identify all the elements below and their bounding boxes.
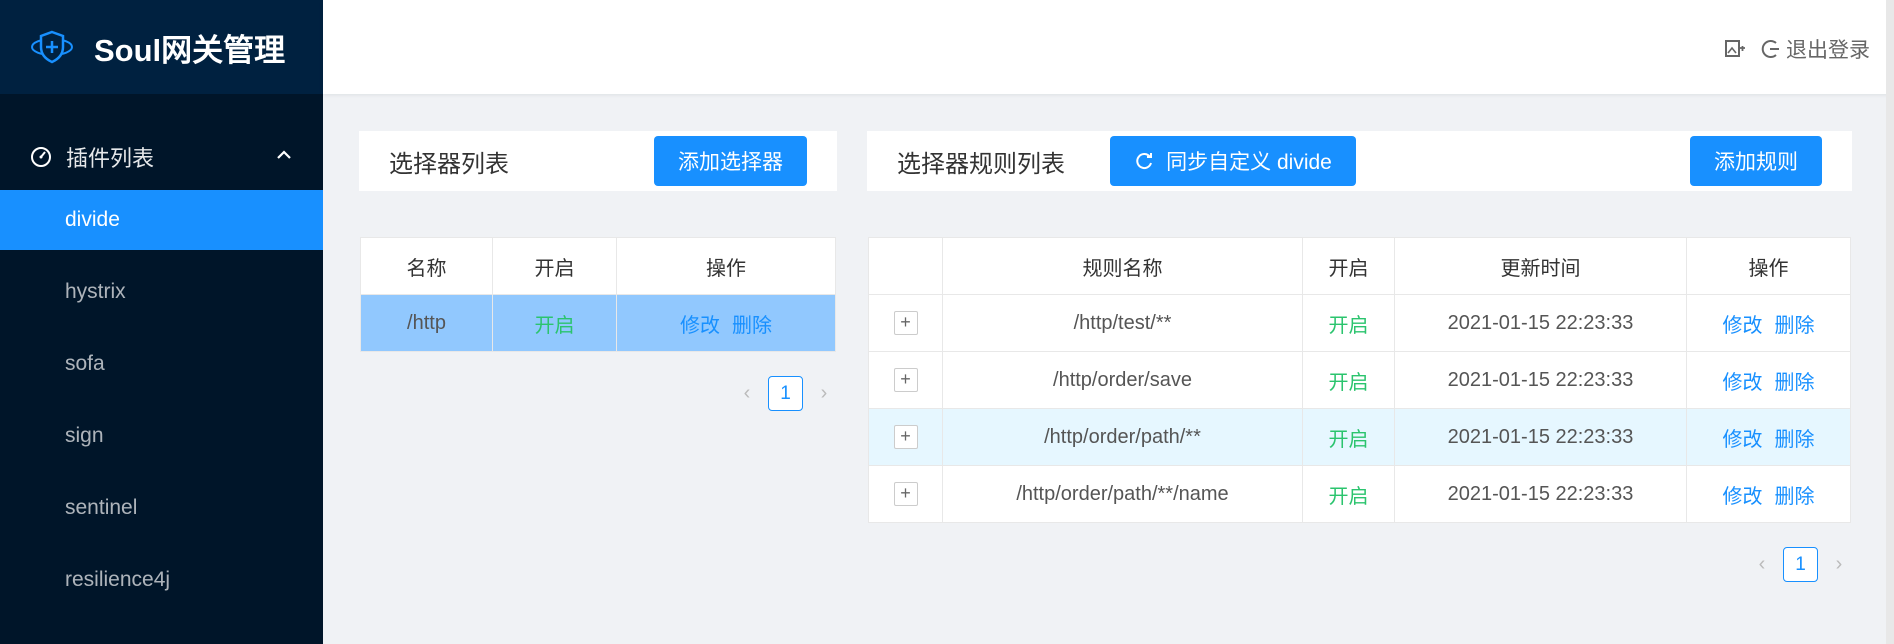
updated-time: 2021-01-15 22:23:33	[1394, 294, 1687, 352]
refresh-icon	[1136, 153, 1153, 170]
sidebar-item-sign[interactable]: sign	[0, 406, 323, 466]
actions-cell: 修改 删除	[1686, 294, 1851, 352]
actions-cell: 修改 删除	[616, 294, 836, 352]
next-page-icon[interactable]: ›	[813, 382, 835, 405]
sidebar-item-label: sofa	[65, 352, 105, 375]
selector-pagination: ‹ 1 ›	[736, 376, 835, 411]
add-selector-button[interactable]: 添加选择器	[654, 136, 807, 186]
sidebar-item-sentinel[interactable]: sentinel	[0, 478, 323, 538]
sidebar-item-divide[interactable]: divide	[0, 190, 323, 250]
updated-time: 2021-01-15 22:23:33	[1394, 351, 1687, 409]
sidebar-item-hystrix[interactable]: hystrix	[0, 262, 323, 322]
edit-link[interactable]: 修改	[1723, 486, 1763, 508]
selector-panel-title: 选择器列表	[389, 150, 509, 178]
add-selector-label: 添加选择器	[678, 151, 783, 174]
rule-name: /http/order/path/**	[942, 408, 1303, 466]
sidebar-item-label: hystrix	[65, 280, 126, 303]
column-header: 更新时间	[1394, 237, 1687, 295]
rule-name: /http/test/**	[942, 294, 1303, 352]
scrollbar[interactable]	[1886, 0, 1894, 644]
updated-time: 2021-01-15 22:23:33	[1394, 408, 1687, 466]
chevron-up-icon	[277, 150, 291, 159]
table-header-row: 名称 开启 操作	[360, 237, 836, 295]
edit-link[interactable]: 修改	[1723, 372, 1763, 394]
page-button[interactable]: 1	[768, 376, 803, 411]
enabled-status: 开启	[492, 294, 617, 352]
prev-page-icon[interactable]: ‹	[736, 382, 758, 405]
dashboard-icon	[31, 147, 51, 167]
rule-table: 规则名称 开启 更新时间 操作 + /http/test/** 开启 2021-…	[868, 237, 1851, 523]
rule-panel-title: 选择器规则列表	[897, 150, 1065, 178]
expand-row-button[interactable]: +	[893, 368, 918, 392]
enabled-status: 开启	[1302, 351, 1395, 409]
column-header: 开启	[1302, 237, 1395, 295]
sync-divide-label: 同步自定义 divide	[1166, 151, 1332, 174]
edit-link[interactable]: 修改	[680, 315, 720, 337]
expand-cell: +	[868, 465, 943, 523]
table-row[interactable]: + /http/order/path/**/name 开启 2021-01-15…	[868, 465, 1851, 523]
shield-plus-icon	[31, 30, 73, 64]
expand-row-button[interactable]: +	[893, 482, 918, 506]
logout-icon	[1761, 40, 1779, 58]
expand-cell: +	[868, 351, 943, 409]
updated-time: 2021-01-15 22:23:33	[1394, 465, 1687, 523]
menu-group-plugins[interactable]: 插件列表	[0, 124, 323, 190]
actions-cell: 修改 删除	[1686, 408, 1851, 466]
rule-pagination: ‹ 1 ›	[1751, 547, 1850, 582]
logout-button[interactable]: 退出登录	[1760, 34, 1870, 64]
sidebar-item-label: sign	[65, 424, 104, 447]
rule-name: /http/order/path/**/name	[942, 465, 1303, 523]
table-row[interactable]: + /http/order/path/** 开启 2021-01-15 22:2…	[868, 408, 1851, 466]
logout-label: 退出登录	[1786, 39, 1870, 62]
expand-column-header	[868, 237, 943, 295]
add-rule-label: 添加规则	[1714, 151, 1798, 174]
rule-name: /http/order/save	[942, 351, 1303, 409]
column-header: 名称	[360, 237, 493, 295]
expand-row-button[interactable]: +	[893, 311, 918, 335]
actions-cell: 修改 删除	[1686, 351, 1851, 409]
sidebar-item-label: resilience4j	[65, 568, 171, 591]
edit-link[interactable]: 修改	[1723, 429, 1763, 451]
sidebar-item-label: divide	[65, 208, 120, 231]
enabled-status: 开启	[1302, 408, 1395, 466]
logo-bar: Soul网关管理	[0, 0, 323, 94]
delete-link[interactable]: 删除	[1775, 486, 1815, 508]
page-button[interactable]: 1	[1783, 547, 1818, 582]
table-row[interactable]: + /http/order/save 开启 2021-01-15 22:23:3…	[868, 351, 1851, 409]
sidebar: Soul网关管理 插件列表 divide hystrix sofa sign s…	[0, 0, 323, 644]
column-header: 操作	[1686, 237, 1851, 295]
column-header: 规则名称	[942, 237, 1303, 295]
enabled-status: 开启	[1302, 294, 1395, 352]
next-page-icon[interactable]: ›	[1828, 553, 1850, 576]
add-rule-button[interactable]: 添加规则	[1690, 136, 1822, 186]
table-header-row: 规则名称 开启 更新时间 操作	[868, 237, 1851, 295]
sidebar-item-resilience4j[interactable]: resilience4j	[0, 550, 323, 610]
selector-table: 名称 开启 操作 /http 开启 修改 删除	[360, 237, 836, 352]
actions-cell: 修改 删除	[1686, 465, 1851, 523]
table-row[interactable]: + /http/test/** 开启 2021-01-15 22:23:33 修…	[868, 294, 1851, 352]
sync-divide-button[interactable]: 同步自定义 divide	[1110, 136, 1356, 186]
expand-cell: +	[868, 408, 943, 466]
prev-page-icon[interactable]: ‹	[1751, 553, 1773, 576]
top-header: 退出登录	[323, 0, 1894, 94]
column-header: 操作	[616, 237, 836, 295]
delete-link[interactable]: 删除	[1775, 372, 1815, 394]
delete-link[interactable]: 删除	[732, 315, 772, 337]
sidebar-item-sofa[interactable]: sofa	[0, 334, 323, 394]
table-row[interactable]: /http 开启 修改 删除	[360, 294, 836, 352]
menu-group-label: 插件列表	[66, 146, 155, 171]
header-tools: 退出登录	[1724, 34, 1870, 64]
delete-link[interactable]: 删除	[1775, 429, 1815, 451]
column-header: 开启	[492, 237, 617, 295]
image-text-icon[interactable]	[1724, 38, 1746, 60]
expand-cell: +	[868, 294, 943, 352]
app-title: Soul网关管理	[94, 32, 286, 68]
selector-name: /http	[360, 294, 493, 352]
enabled-status: 开启	[1302, 465, 1395, 523]
delete-link[interactable]: 删除	[1775, 315, 1815, 337]
edit-link[interactable]: 修改	[1723, 315, 1763, 337]
expand-row-button[interactable]: +	[893, 425, 918, 449]
sidebar-item-label: sentinel	[65, 496, 138, 519]
